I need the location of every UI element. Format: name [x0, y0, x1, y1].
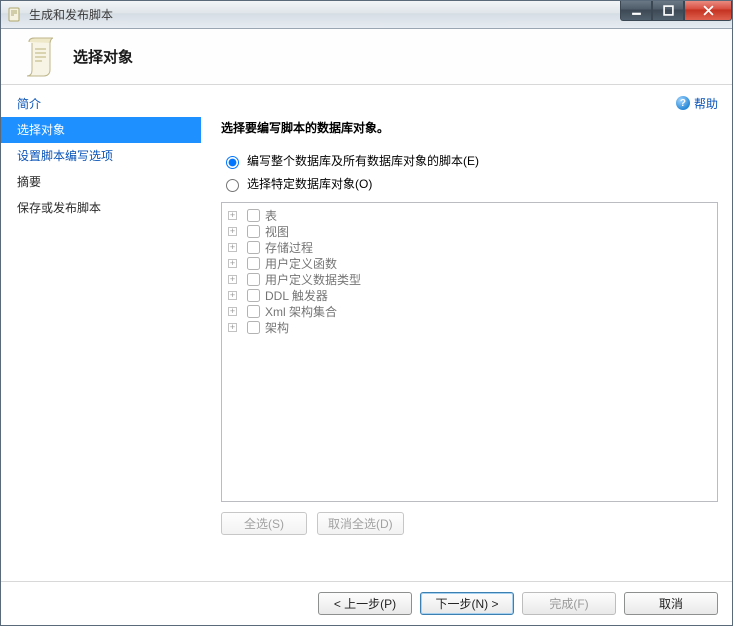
expand-icon[interactable]: + — [228, 211, 237, 220]
previous-button[interactable]: < 上一步(P) — [318, 592, 412, 615]
tree-label: DDL 触发器 — [263, 287, 328, 304]
expand-icon[interactable]: + — [228, 243, 237, 252]
window-controls — [620, 1, 732, 21]
tree-label: 用户定义函数 — [263, 255, 337, 272]
step-scripting-options[interactable]: 设置脚本编写选项 — [1, 143, 201, 169]
next-button[interactable]: 下一步(N) > — [420, 592, 514, 615]
tree-label: 视图 — [263, 223, 289, 240]
tree-item-xml-schemas[interactable]: + Xml 架构集合 — [224, 303, 715, 319]
tree-check[interactable] — [247, 289, 260, 302]
minimize-button[interactable] — [620, 1, 652, 21]
wizard-footer: < 上一步(P) 下一步(N) > 完成(F) 取消 — [1, 581, 732, 625]
tree-check[interactable] — [247, 225, 260, 238]
steps-sidebar: 简介 选择对象 设置脚本编写选项 摘要 保存或发布脚本 — [1, 85, 201, 581]
maximize-button[interactable] — [652, 1, 684, 21]
selection-buttons: 全选(S) 取消全选(D) — [221, 512, 718, 535]
tree-check[interactable] — [247, 321, 260, 334]
tree-check[interactable] — [247, 305, 260, 318]
expand-icon[interactable]: + — [228, 227, 237, 236]
expand-icon[interactable]: + — [228, 291, 237, 300]
tree-check[interactable] — [247, 241, 260, 254]
radio-script-specific-label: 选择特定数据库对象(O) — [247, 175, 372, 192]
wizard-body: 简介 选择对象 设置脚本编写选项 摘要 保存或发布脚本 ? 帮助 选择要编写脚本… — [1, 85, 732, 581]
step-summary[interactable]: 摘要 — [1, 169, 201, 195]
page-title: 选择对象 — [73, 46, 133, 67]
tree-item-user-types[interactable]: + 用户定义数据类型 — [224, 271, 715, 287]
radio-script-entire[interactable]: 编写整个数据库及所有数据库对象的脚本(E) — [221, 152, 718, 169]
expand-icon[interactable]: + — [228, 307, 237, 316]
instruction-text: 选择要编写脚本的数据库对象。 — [221, 119, 718, 136]
radio-script-specific[interactable]: 选择特定数据库对象(O) — [221, 175, 718, 192]
tree-item-ddl-triggers[interactable]: + DDL 触发器 — [224, 287, 715, 303]
help-link[interactable]: 帮助 — [694, 95, 718, 112]
help-icon: ? — [676, 96, 690, 110]
help-row: ? 帮助 — [221, 93, 718, 113]
tree-item-views[interactable]: + 视图 — [224, 223, 715, 239]
tree-check[interactable] — [247, 257, 260, 270]
radio-script-specific-input[interactable] — [226, 179, 239, 192]
finish-button: 完成(F) — [522, 592, 616, 615]
step-intro[interactable]: 简介 — [1, 91, 201, 117]
step-choose-objects[interactable]: 选择对象 — [1, 117, 201, 143]
cancel-button[interactable]: 取消 — [624, 592, 718, 615]
expand-icon[interactable]: + — [228, 275, 237, 284]
tree-item-schemas[interactable]: + 架构 — [224, 319, 715, 335]
tree-label: 用户定义数据类型 — [263, 271, 361, 288]
tree-label: 存储过程 — [263, 239, 313, 256]
radio-script-entire-input[interactable] — [226, 156, 239, 169]
radio-script-entire-label: 编写整个数据库及所有数据库对象的脚本(E) — [247, 152, 479, 169]
object-tree: + 表 + 视图 + 存储过程 + 用户定义函数 — [221, 202, 718, 502]
titlebar: 生成和发布脚本 — [1, 1, 732, 29]
close-button[interactable] — [684, 1, 732, 21]
tree-check[interactable] — [247, 209, 260, 222]
script-icon — [23, 37, 59, 77]
page-header: 选择对象 — [1, 29, 732, 85]
tree-item-stored-procs[interactable]: + 存储过程 — [224, 239, 715, 255]
tree-item-user-functions[interactable]: + 用户定义函数 — [224, 255, 715, 271]
app-icon — [7, 7, 23, 23]
expand-icon[interactable]: + — [228, 259, 237, 268]
expand-icon[interactable]: + — [228, 323, 237, 332]
tree-check[interactable] — [247, 273, 260, 286]
tree-item-tables[interactable]: + 表 — [224, 207, 715, 223]
tree-label: 架构 — [263, 319, 289, 336]
select-all-button[interactable]: 全选(S) — [221, 512, 307, 535]
deselect-all-button[interactable]: 取消全选(D) — [317, 512, 404, 535]
window-title: 生成和发布脚本 — [29, 6, 113, 23]
tree-label: 表 — [263, 207, 277, 224]
tree-label: Xml 架构集合 — [263, 303, 337, 320]
step-save-publish[interactable]: 保存或发布脚本 — [1, 195, 201, 221]
content-panel: ? 帮助 选择要编写脚本的数据库对象。 编写整个数据库及所有数据库对象的脚本(E… — [201, 85, 732, 581]
wizard-window: 生成和发布脚本 选择对象 简介 选择对象 设 — [0, 0, 733, 626]
